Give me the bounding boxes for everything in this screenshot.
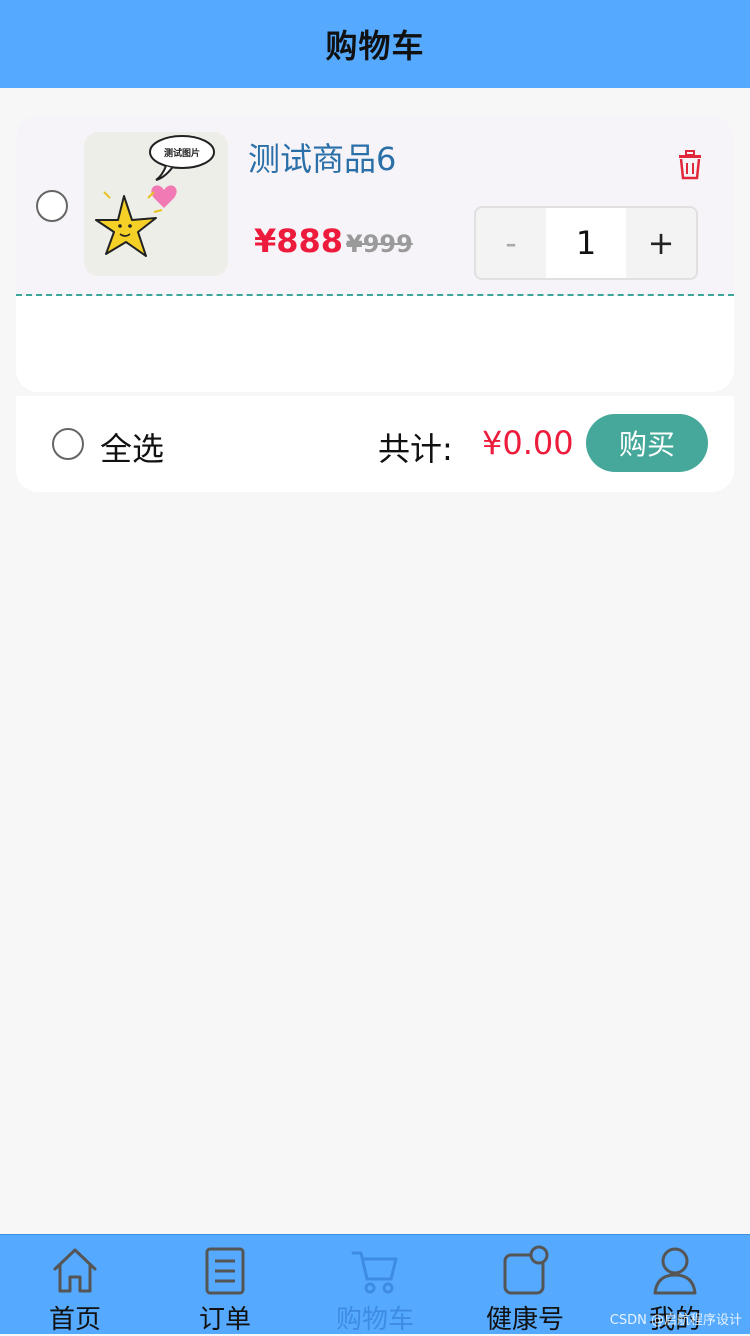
increase-button[interactable]: + bbox=[626, 208, 696, 278]
decrease-button[interactable]: - bbox=[476, 208, 546, 278]
tab-label: 购物车 bbox=[335, 1305, 414, 1335]
health-icon bbox=[503, 1245, 549, 1295]
order-icon bbox=[205, 1247, 245, 1295]
home-icon bbox=[53, 1248, 97, 1293]
star-illustration-icon: 测试图片 bbox=[84, 132, 228, 276]
tab-label: 首页 bbox=[48, 1305, 101, 1335]
tab-health[interactable]: 健康号 bbox=[450, 1235, 600, 1335]
checkout-bar: 全选 共计: ¥0.00 购买 bbox=[16, 396, 734, 492]
watermark: CSDN @启航程序设计 bbox=[609, 1313, 742, 1328]
select-all-label[interactable]: 全选 bbox=[100, 424, 164, 470]
quantity-stepper: - + bbox=[474, 206, 698, 280]
tab-cart[interactable]: 购物车 bbox=[300, 1235, 450, 1335]
tab-home[interactable]: 首页 bbox=[0, 1235, 150, 1335]
tab-label: 订单 bbox=[198, 1305, 251, 1335]
goods-price: ¥888 bbox=[254, 222, 344, 260]
select-all-radio[interactable] bbox=[52, 428, 84, 460]
tab-orders[interactable]: 订单 bbox=[150, 1235, 300, 1335]
user-icon bbox=[653, 1247, 697, 1295]
goods-name[interactable]: 测试商品6 bbox=[248, 134, 396, 180]
quantity-input[interactable] bbox=[546, 208, 626, 278]
cart-icon bbox=[351, 1251, 398, 1294]
tab-label: 健康号 bbox=[485, 1305, 564, 1335]
cart-item: 测试图片 测试商品6 ¥888 ¥999 - + bbox=[16, 116, 734, 296]
thumbnail-caption: 测试图片 bbox=[164, 147, 200, 159]
goods-original-price: ¥999 bbox=[346, 230, 413, 258]
cart-card: 测试图片 测试商品6 ¥888 ¥999 - + bbox=[16, 116, 734, 392]
page-title: 购物车 bbox=[325, 27, 425, 65]
goods-thumbnail[interactable]: 测试图片 bbox=[84, 132, 228, 276]
total-label: 共计: bbox=[378, 430, 453, 468]
total-value: ¥0.00 bbox=[482, 424, 574, 462]
item-select-radio[interactable] bbox=[36, 190, 68, 222]
buy-button[interactable]: 购买 bbox=[586, 414, 708, 472]
bottom-tab-bar: 首页 订单 购物车 健康号 我的 CSDN @启航程序设计 bbox=[0, 1234, 750, 1335]
page-header: 购物车 bbox=[0, 0, 750, 88]
delete-icon[interactable] bbox=[676, 150, 704, 180]
